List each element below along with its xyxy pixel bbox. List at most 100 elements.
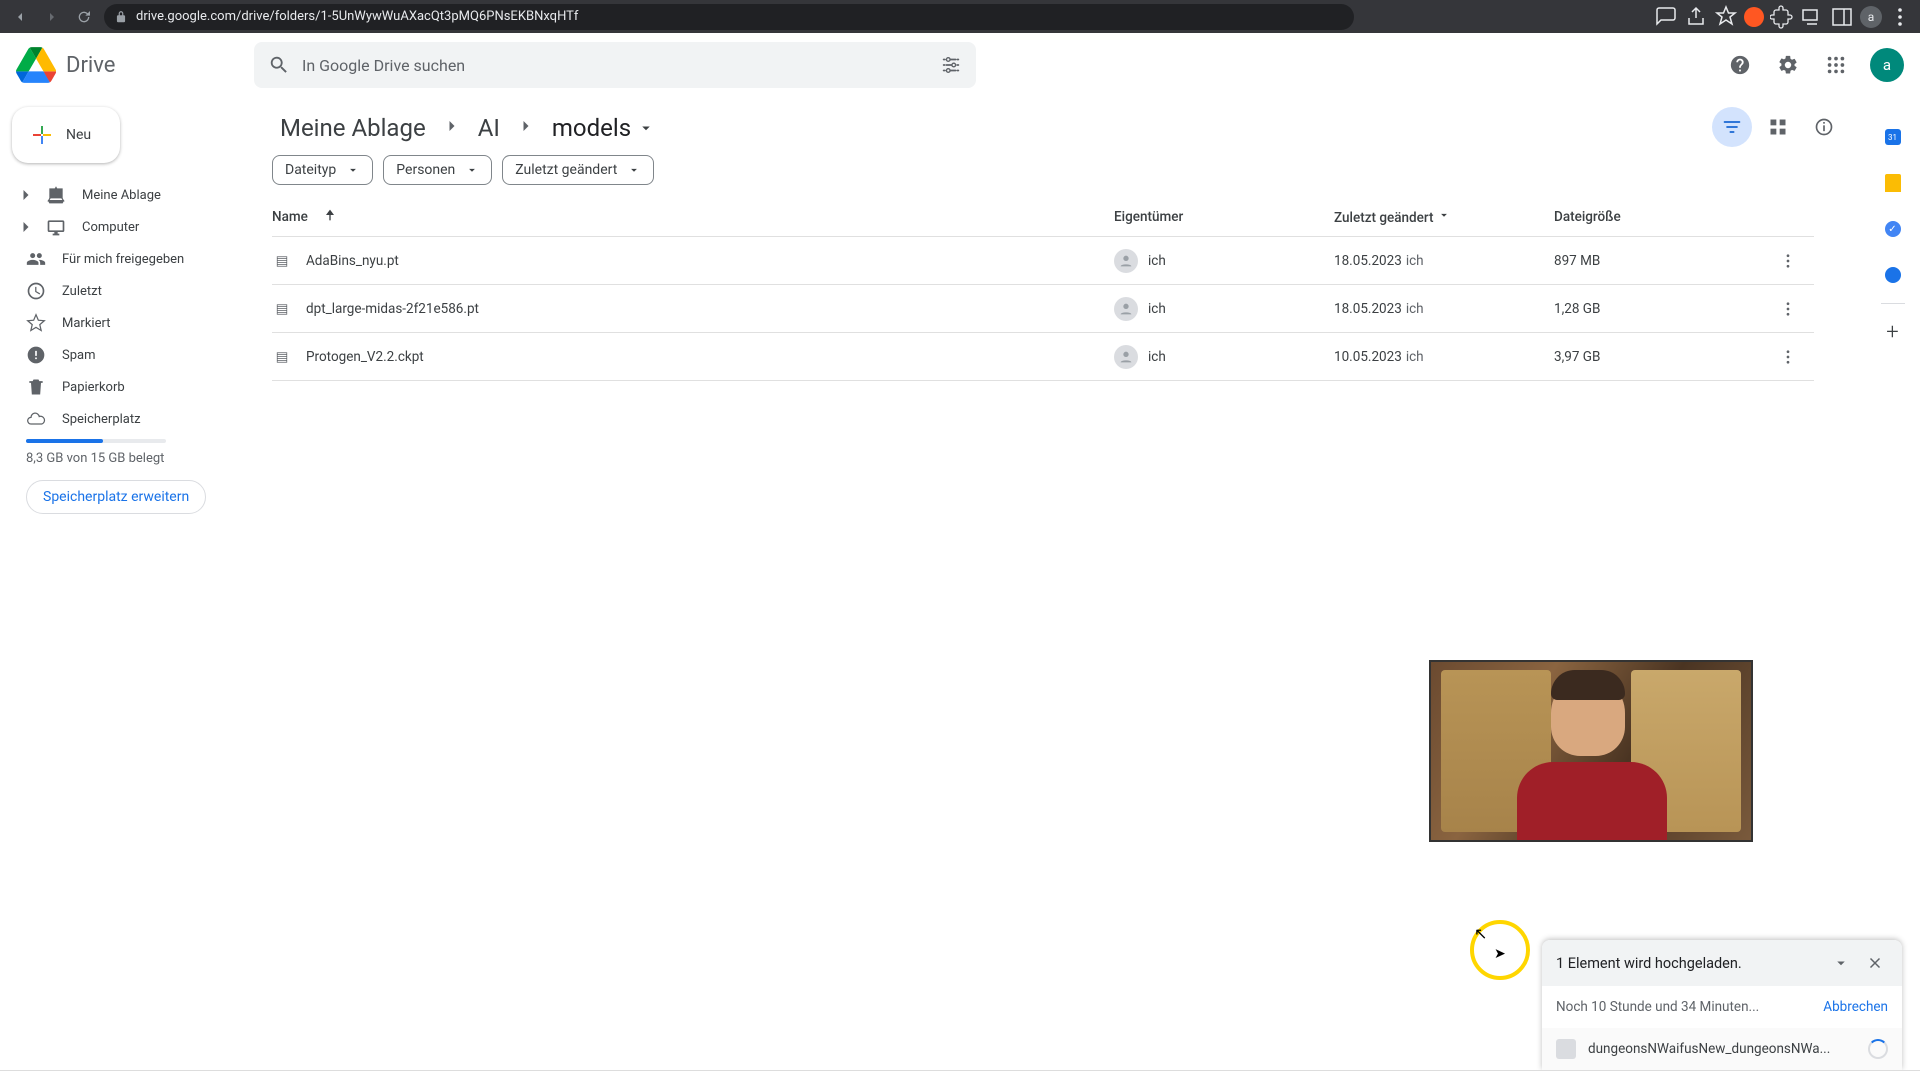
mydrive-icon [46,185,66,205]
table-row[interactable]: ▤Protogen_V2.2.ckpt ich 10.05.2023ich 3,… [272,333,1814,381]
spam-icon [26,345,46,365]
row-more-button[interactable] [1774,295,1802,323]
lock-icon [114,10,128,24]
crumb-current[interactable]: models [544,111,663,145]
buy-storage-button[interactable]: Speicherplatz erweitern [26,480,206,514]
grid-view-button[interactable] [1758,107,1798,147]
storage-bar [26,439,166,443]
bookmark-star-icon[interactable] [1714,5,1738,29]
search-icon [268,54,290,76]
upload-panel: 1 Element wird hochgeladen. Noch 10 Stun… [1542,940,1902,1070]
extensions-icon[interactable] [1770,5,1794,29]
file-name: Protogen_V2.2.ckpt [306,349,424,365]
drive-header: Drive a [0,33,1920,97]
support-icon[interactable] [1720,45,1760,85]
search-options-icon[interactable] [940,54,962,76]
sidebar-item-trash[interactable]: Papierkorb [12,371,236,403]
col-size-header[interactable]: Dateigröße [1554,209,1774,225]
upload-spinner-icon [1868,1039,1888,1059]
apps-grid-icon[interactable] [1816,45,1856,85]
table-row[interactable]: ▤ dpt_large-midas-2f21e586.pt ich 18.05.2… [272,285,1814,333]
sidebar-item-label: Für mich freigegeben [62,252,184,267]
sidebar-item-recent[interactable]: Zuletzt [12,275,236,307]
owner-avatar-icon [1114,249,1138,273]
col-owner-header[interactable]: Eigentümer [1114,209,1334,225]
calendar-icon[interactable] [1873,117,1913,157]
sidebar-storage[interactable]: Speicherplatz [26,409,232,429]
webcam-overlay [1429,660,1753,842]
browser-profile-avatar[interactable]: a [1860,6,1882,28]
account-avatar[interactable]: a [1870,48,1904,82]
browser-back-button[interactable] [8,5,32,29]
details-button[interactable] [1804,107,1844,147]
upload-eta: Noch 10 Stunde und 34 Minuten... [1556,999,1759,1015]
share-icon[interactable] [1684,5,1708,29]
sidebar-item-shared[interactable]: Für mich freigegeben [12,243,236,275]
side-panel: + [1864,97,1920,1070]
media-control-icon[interactable] [1800,5,1824,29]
drive-logo-wrap[interactable]: Drive [16,47,246,83]
close-icon[interactable] [1862,950,1888,976]
modified-by: ich [1406,349,1424,365]
chevron-down-icon [346,163,360,177]
owner-text: ich [1148,253,1166,269]
row-more-button[interactable] [1774,343,1802,371]
filter-type-chip[interactable]: Dateityp [272,155,373,185]
sidebar-item-computers[interactable]: Computer [12,211,236,243]
table-header: Name Eigentümer Zuletzt geändert Dateigr… [272,197,1814,237]
modified-by: ich [1406,301,1424,317]
row-more-button[interactable] [1774,247,1802,275]
browser-menu-icon[interactable] [1888,5,1912,29]
file-icon: ▤ [272,253,292,269]
file-icon [1556,1039,1576,1059]
file-icon: ▤ [272,301,292,317]
sidepanel-icon[interactable] [1830,5,1854,29]
content-area: Meine Ablage AI models Dateityp Personen… [256,97,1864,1070]
sidebar-item-starred[interactable]: Markiert [12,307,236,339]
keep-icon[interactable] [1873,163,1913,203]
browser-url-bar[interactable]: drive.google.com/drive/folders/1-5UnWywW… [104,4,1354,30]
file-name: dpt_large-midas-2f21e586.pt [306,301,479,317]
trash-icon [26,377,46,397]
col-modified-header[interactable]: Zuletzt geändert [1334,208,1554,226]
file-name: AdaBins_nyu.pt [306,253,399,269]
extension-badge-icon[interactable] [1744,7,1764,27]
addons-plus-icon[interactable]: + [1873,312,1913,352]
sidebar: Neu Meine Ablage Computer Für mich freig… [0,97,256,1070]
settings-gear-icon[interactable] [1768,45,1808,85]
crumb-root[interactable]: Meine Ablage [272,111,434,145]
filter-modified-chip[interactable]: Zuletzt geändert [502,155,654,185]
sort-arrow-up-icon[interactable] [322,207,338,227]
filter-toggle-button[interactable] [1712,107,1752,147]
file-size: 897 MB [1554,253,1774,269]
sidebar-item-label: Zuletzt [62,284,102,299]
chevron-down-icon [627,163,641,177]
col-name-header[interactable]: Name [272,209,308,225]
table-row[interactable]: ▤AdaBins_nyu.pt ich 18.05.2023ich 897 MB [272,237,1814,285]
file-table: Name Eigentümer Zuletzt geändert Dateigr… [256,197,1848,381]
modified-date: 18.05.2023 [1334,253,1402,269]
contacts-icon[interactable] [1873,255,1913,295]
drive-logo-icon [16,47,56,83]
browser-reload-button[interactable] [72,5,96,29]
storage-label: Speicherplatz [62,412,141,427]
sidebar-item-mydrive[interactable]: Meine Ablage [12,179,236,211]
search-input[interactable] [302,56,928,75]
sidebar-item-label: Meine Ablage [82,188,161,203]
modified-by: ich [1406,253,1424,269]
search-box[interactable] [254,42,976,88]
install-app-icon[interactable] [1654,5,1678,29]
new-button[interactable]: Neu [12,107,120,163]
modified-date: 10.05.2023 [1334,349,1402,365]
upload-file-row[interactable]: dungeonsNWaifusNew_dungeonsNWa... [1542,1028,1902,1070]
tasks-icon[interactable] [1873,209,1913,249]
filter-people-chip[interactable]: Personen [383,155,492,185]
upload-cancel-button[interactable]: Abbrechen [1823,999,1888,1015]
cloud-icon [26,409,46,429]
sidebar-item-spam[interactable]: Spam [12,339,236,371]
collapse-icon[interactable] [1828,950,1854,976]
browser-forward-button[interactable] [40,5,64,29]
file-size: 3,97 GB [1554,349,1774,365]
crumb-ai[interactable]: AI [470,111,508,145]
modified-date: 18.05.2023 [1334,301,1402,317]
